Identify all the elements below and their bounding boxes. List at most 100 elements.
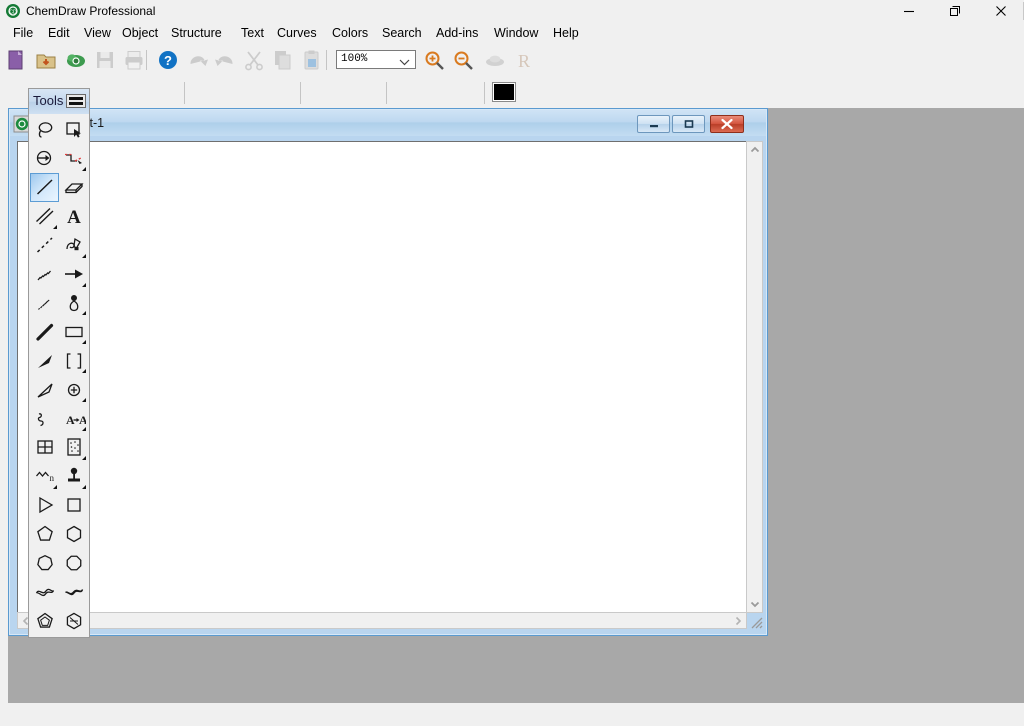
menu-edit[interactable]: Edit — [41, 22, 77, 44]
attachment-point-tool[interactable] — [59, 462, 88, 491]
copy-button — [269, 47, 297, 73]
text-tool[interactable]: A — [59, 202, 88, 231]
eraser-tool[interactable] — [59, 173, 88, 202]
open-button[interactable] — [32, 47, 60, 73]
new-document-button[interactable] — [2, 47, 30, 73]
main-toolbar: ?R — [0, 44, 1024, 76]
document-canvas[interactable] — [17, 141, 747, 613]
orbital-tool[interactable] — [59, 288, 88, 317]
document-vertical-scrollbar[interactable] — [746, 141, 763, 613]
scroll-right-icon[interactable] — [730, 613, 746, 628]
svg-text:?: ? — [164, 53, 172, 68]
document-titlebar[interactable]: Document-1 — [10, 110, 766, 136]
menu-curves[interactable]: Curves — [270, 22, 324, 44]
cyclopentadiene-tool[interactable] — [30, 577, 59, 606]
tool-submenu-indicator[interactable] — [82, 283, 86, 287]
menu-help[interactable]: Help — [546, 22, 586, 44]
document-minimize-button[interactable] — [637, 115, 670, 133]
cyclopentadienyl-tool[interactable] — [30, 606, 59, 635]
document-horizontal-scrollbar[interactable] — [17, 612, 747, 629]
document-close-button[interactable] — [710, 115, 744, 133]
tool-submenu-indicator[interactable] — [82, 340, 86, 344]
structure-perspective-tool[interactable] — [30, 144, 59, 173]
resize-grip-icon[interactable] — [748, 614, 764, 630]
marquee-select-tool[interactable] — [59, 115, 88, 144]
menu-text[interactable]: Text — [234, 22, 271, 44]
zoom-level-combobox[interactable]: 100% — [336, 50, 416, 69]
palette-collapse-widget[interactable] — [66, 94, 86, 108]
acyclic-chain-tool[interactable] — [30, 491, 59, 520]
text-color-swatch[interactable] — [492, 82, 516, 102]
window-close-button[interactable] — [978, 0, 1024, 22]
tool-submenu-indicator[interactable] — [82, 311, 86, 315]
document-restore-button[interactable] — [672, 115, 705, 133]
pen-tool[interactable] — [59, 231, 88, 260]
help-button[interactable]: ? — [154, 47, 182, 73]
document-window: Document-1 — [8, 108, 768, 636]
tool-submenu-indicator[interactable] — [82, 254, 86, 258]
tool-submenu-indicator[interactable] — [82, 369, 86, 373]
chemical-symbol-tool[interactable] — [59, 375, 88, 404]
menu-file[interactable]: File — [6, 22, 40, 44]
svg-text:R: R — [518, 51, 530, 71]
chemdraw-view-button — [481, 47, 509, 73]
redo-button — [211, 47, 239, 73]
tools-palette-header[interactable]: Tools — [29, 89, 89, 114]
application-titlebar: CD ChemDraw Professional — [0, 0, 1024, 22]
hashed-bond-tool[interactable] — [30, 260, 59, 289]
cyclooctane-tool[interactable] — [59, 549, 88, 578]
window-restore-button[interactable] — [932, 0, 978, 22]
lasso-select-tool[interactable] — [30, 115, 59, 144]
drawing-frame-tool[interactable] — [59, 317, 88, 346]
menu-object[interactable]: Object — [115, 22, 165, 44]
format-separator-1 — [300, 82, 301, 104]
tools-palette: Tools AAAn — [28, 88, 90, 638]
cyclopentane-tool[interactable] — [30, 520, 59, 549]
tool-submenu-indicator[interactable] — [53, 225, 57, 229]
squiggle-bond-tool[interactable] — [30, 404, 59, 433]
benzene-ribbon-tool[interactable] — [59, 577, 88, 606]
query-atom-tool[interactable]: AA — [59, 404, 88, 433]
cycloheptane-tool[interactable] — [30, 549, 59, 578]
multiple-bond-tool[interactable] — [30, 202, 59, 231]
open-chemdraw-button[interactable] — [62, 47, 90, 73]
table-tool[interactable] — [30, 433, 59, 462]
wedged-bond-tool[interactable] — [30, 346, 59, 375]
bracket-tool[interactable] — [59, 346, 88, 375]
undo-button — [184, 47, 212, 73]
arrow-tool[interactable] — [59, 260, 88, 289]
hollow-wedge-tool[interactable] — [30, 375, 59, 404]
tool-submenu-indicator[interactable] — [82, 485, 86, 489]
chemdraw-application-window: CD ChemDraw Professional FileEditViewObj… — [0, 0, 1024, 726]
dashed-bond-tool[interactable] — [30, 231, 59, 260]
menu-window[interactable]: Window — [487, 22, 545, 44]
reaction-chain-tool[interactable] — [59, 144, 88, 173]
scroll-down-icon[interactable] — [747, 596, 762, 612]
menu-structure[interactable]: Structure — [164, 22, 229, 44]
tool-submenu-indicator[interactable] — [82, 167, 86, 171]
menu-add-ins[interactable]: Add-ins — [429, 22, 485, 44]
hashed-wedge-tool[interactable] — [30, 288, 59, 317]
menu-colors[interactable]: Colors — [325, 22, 375, 44]
template-tool[interactable] — [59, 433, 88, 462]
cyclohexane-tool[interactable] — [59, 520, 88, 549]
tool-submenu-indicator[interactable] — [82, 398, 86, 402]
tool-submenu-indicator[interactable] — [82, 456, 86, 460]
menubar: FileEditViewObjectStructureTextCurvesCol… — [0, 22, 1024, 44]
solid-bond-tool[interactable] — [30, 173, 59, 202]
window-minimize-button[interactable] — [886, 0, 932, 22]
menu-view[interactable]: View — [77, 22, 118, 44]
zoom-out-button[interactable] — [449, 47, 477, 73]
paste-button — [298, 47, 326, 73]
tool-submenu-indicator[interactable] — [53, 485, 57, 489]
scroll-up-icon[interactable] — [747, 142, 762, 158]
left-chrome-strip — [0, 108, 8, 703]
benzene-tool[interactable] — [59, 606, 88, 635]
cyclobutane-tool[interactable] — [59, 491, 88, 520]
tool-submenu-indicator[interactable] — [82, 427, 86, 431]
menu-search[interactable]: Search — [375, 22, 429, 44]
svg-text:n: n — [49, 473, 54, 483]
bold-bond-tool[interactable] — [30, 317, 59, 346]
chain-tool[interactable]: n — [30, 462, 59, 491]
zoom-in-button[interactable] — [420, 47, 448, 73]
